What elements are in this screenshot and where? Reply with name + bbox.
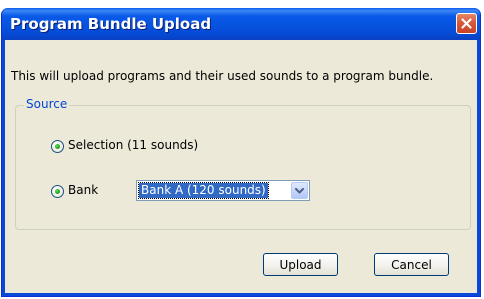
bank-select-dropdown-button[interactable] [291,182,308,199]
bank-select-value: Bank A (120 sounds) [138,182,269,199]
upload-button[interactable]: Upload [263,253,338,276]
close-button[interactable] [456,13,477,34]
selection-radio-label[interactable]: Selection (11 sounds) [68,138,198,152]
source-groupbox: Source Selection (11 sounds) Bank Bank A… [15,97,471,230]
source-group-legend: Source [24,97,70,111]
selection-radio[interactable] [51,140,64,153]
close-icon [461,18,472,29]
radio-selected-icon [55,144,60,149]
bank-select[interactable]: Bank A (120 sounds) [136,180,310,201]
cancel-button[interactable]: Cancel [374,253,449,276]
bank-radio[interactable] [51,185,64,198]
dialog-body: This will upload programs and their used… [5,40,477,293]
chevron-down-icon [295,187,304,193]
dialog-description: This will upload programs and their used… [11,69,434,83]
dialog-window: Program Bundle Upload This will upload p… [1,8,481,297]
window-title: Program Bundle Upload [10,15,212,33]
title-bar[interactable]: Program Bundle Upload [2,8,480,40]
radio-selected-icon [55,189,60,194]
bank-radio-label[interactable]: Bank [68,183,98,197]
